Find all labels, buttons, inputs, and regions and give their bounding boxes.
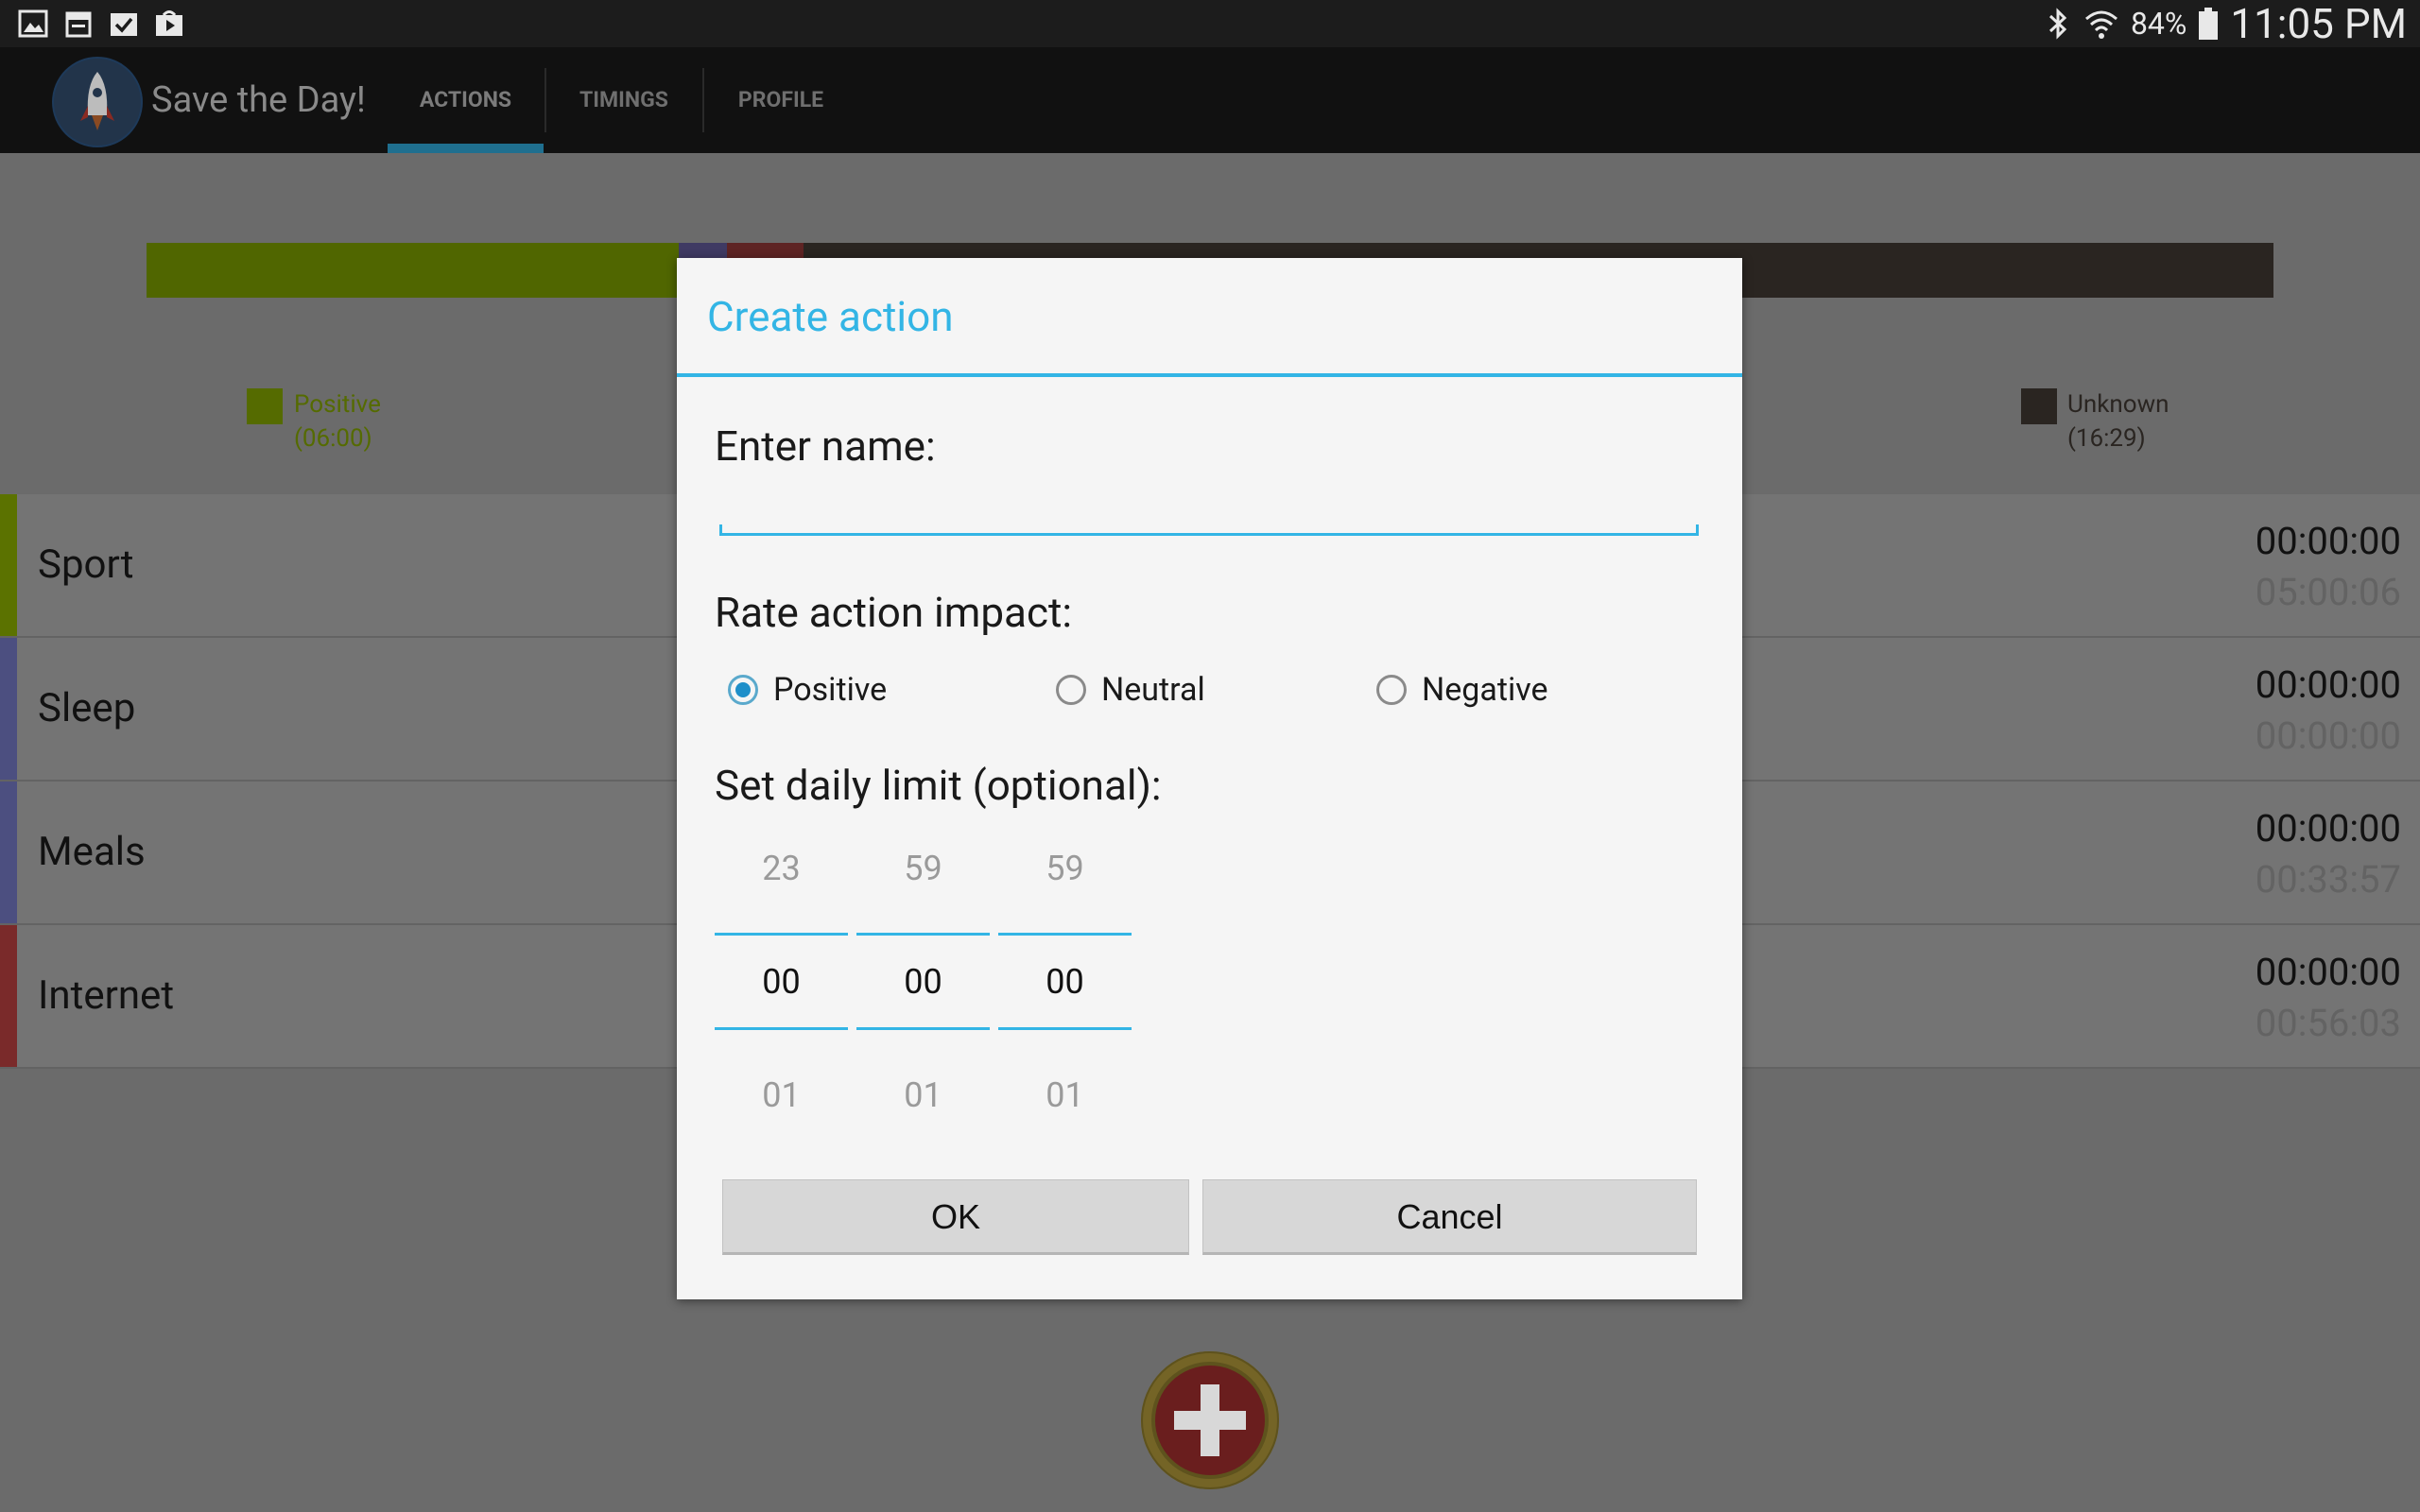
picker-current-value[interactable]: 00 (715, 962, 848, 1002)
add-action-button[interactable] (1141, 1351, 1279, 1489)
impact-color-stripe (0, 638, 17, 780)
name-label: Enter name: (715, 421, 936, 471)
tab-profile[interactable]: PROFILE (704, 47, 857, 153)
battery-percent: 84% (2130, 6, 2187, 42)
picker-prev-value[interactable]: 23 (715, 849, 848, 888)
picker-next-value[interactable]: 01 (998, 1075, 1132, 1115)
radio-label: Neutral (1101, 671, 1205, 709)
impact-color-stripe (0, 494, 17, 636)
gallery-icon (18, 9, 48, 38)
wifi-icon (2084, 10, 2118, 39)
impact-color-stripe (0, 782, 17, 923)
create-action-dialog: Create action Enter name: Rate action im… (677, 258, 1742, 1299)
battery-icon (2199, 8, 2219, 40)
dialog-title-divider (677, 373, 1742, 377)
legend-time: (16:29) (2067, 424, 2146, 453)
picker-divider (715, 1027, 848, 1030)
picker-prev-value[interactable]: 59 (998, 849, 1132, 888)
clock: 11:05 PM (2230, 0, 2407, 48)
impact-radio-positive[interactable]: Positive (728, 671, 887, 709)
status-bar: 84% 11:05 PM (0, 0, 2420, 48)
tab-label: TIMINGS (579, 87, 668, 112)
legend-label: Positive (294, 390, 381, 419)
tab-label: ACTIONS (419, 87, 512, 112)
calendar-icon (65, 11, 92, 38)
radio-circle (1376, 675, 1407, 705)
action-time-today: 00:00:00 (2255, 806, 2401, 850)
impact-color-stripe (0, 925, 17, 1067)
tab-actions[interactable]: ACTIONS (388, 47, 544, 153)
checklist-icon (111, 13, 137, 36)
action-time-total: 00:33:57 (2255, 857, 2401, 902)
legend-time: (06:00) (294, 424, 372, 453)
name-input-underline (719, 524, 1699, 536)
bluetooth-icon (2048, 8, 2067, 40)
picker-current-value[interactable]: 00 (998, 962, 1132, 1002)
impact-label: Rate action impact: (715, 588, 1073, 637)
action-bar: Save the Day! ACTIONS TIMINGS PROFILE (0, 47, 2420, 153)
legend-swatch-positive (247, 388, 283, 424)
limit-label: Set daily limit (optional): (715, 761, 1162, 810)
legend-positive: Positive (06:00) (294, 387, 381, 455)
radio-label: Positive (773, 671, 888, 709)
picker-divider (998, 933, 1132, 936)
dialog-title: Create action (707, 292, 954, 341)
tab-label: PROFILE (737, 87, 824, 112)
action-time-total: 00:00:00 (2255, 713, 2401, 758)
legend-swatch-unknown (2021, 388, 2057, 424)
action-time-total: 00:56:03 (2255, 1001, 2401, 1045)
app-title: Save the Day! (151, 79, 366, 121)
picker-current-value[interactable]: 00 (856, 962, 990, 1002)
legend-unknown: Unknown (16:29) (2067, 387, 2169, 455)
play-store-icon (156, 10, 182, 36)
radio-circle (1056, 675, 1086, 705)
picker-divider (856, 1027, 990, 1030)
rocket-logo-icon[interactable] (52, 57, 143, 147)
action-name: Meals (38, 829, 146, 875)
radio-label: Negative (1422, 671, 1548, 709)
action-time-today: 00:00:00 (2255, 519, 2401, 563)
notification-icons (17, 8, 185, 40)
picker-next-value[interactable]: 01 (715, 1075, 848, 1115)
action-time-total: 05:00:06 (2255, 570, 2401, 614)
system-indicators: 84% 11:05 PM (2044, 0, 2407, 48)
picker-divider (856, 933, 990, 936)
picker-divider (715, 933, 848, 936)
action-name: Sport (38, 541, 134, 588)
tab-timings[interactable]: TIMINGS (546, 47, 701, 153)
impact-radio-negative[interactable]: Negative (1376, 671, 1548, 709)
action-name: Sleep (38, 685, 136, 731)
picker-next-value[interactable]: 01 (856, 1075, 990, 1115)
picker-prev-value[interactable]: 59 (856, 849, 990, 888)
action-time-today: 00:00:00 (2255, 950, 2401, 994)
impact-radio-neutral[interactable]: Neutral (1056, 671, 1205, 709)
legend-label: Unknown (2067, 390, 2169, 419)
action-time-today: 00:00:00 (2255, 662, 2401, 707)
action-name-input[interactable] (722, 477, 1703, 526)
ok-button[interactable]: OK (722, 1179, 1189, 1255)
cancel-button[interactable]: Cancel (1202, 1179, 1697, 1255)
radio-circle (728, 675, 758, 705)
timeline-segment-positive (147, 243, 679, 298)
picker-divider (998, 1027, 1132, 1030)
action-name: Internet (38, 972, 175, 1019)
